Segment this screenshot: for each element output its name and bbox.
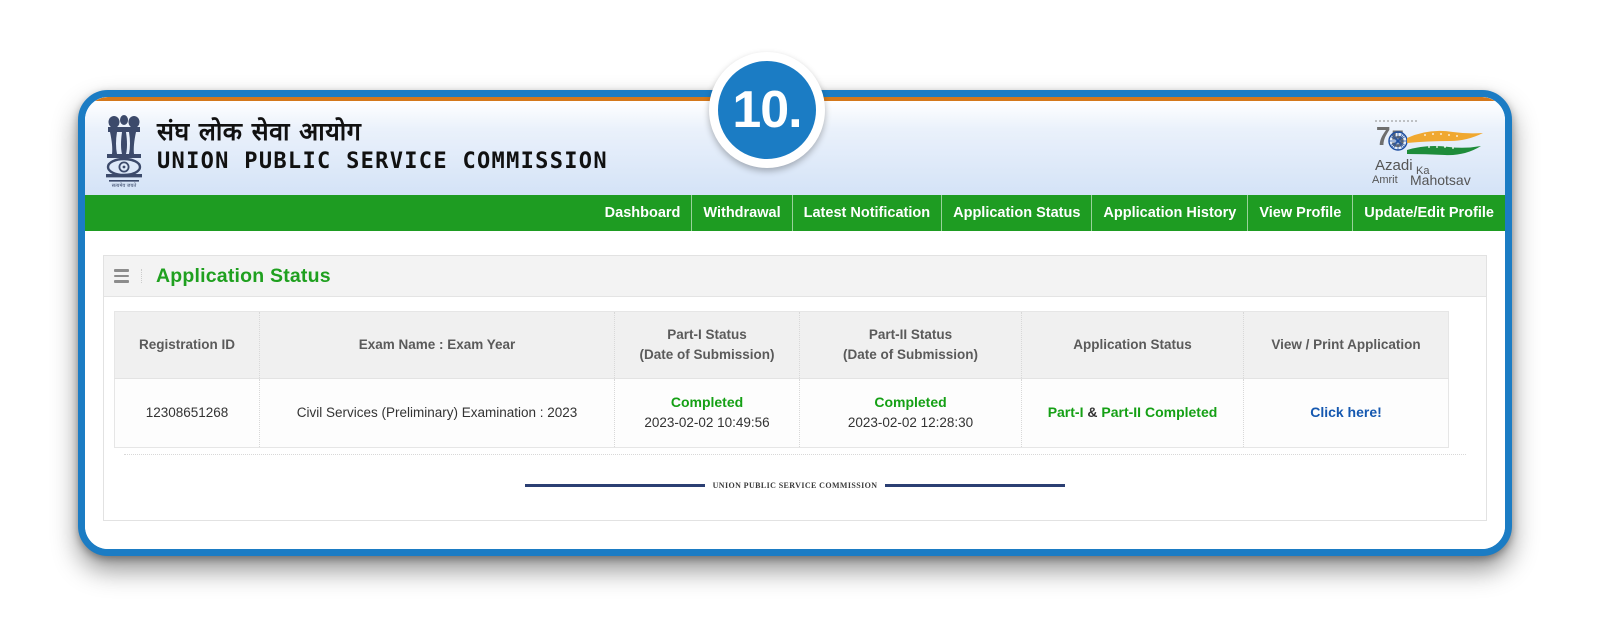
col-header-application-status: Application Status [1021, 311, 1244, 379]
header-title-block: संघ लोक सेवा आयोग UNION PUBLIC SERVICE C… [157, 109, 608, 175]
table-header-row: Registration ID Exam Name : Exam Year Pa… [114, 311, 1449, 379]
svg-text:सत्यमेव जयते: सत्यमेव जयते [112, 182, 137, 188]
panel-header: Application Status [104, 256, 1486, 297]
nav-item-application-history[interactable]: Application History [1091, 195, 1247, 231]
col-header-part1-status: Part-I Status (Date of Submission) [614, 311, 800, 379]
page-footer: UNION PUBLIC SERVICE COMMISSION [114, 481, 1476, 490]
svg-text:7: 7 [1376, 121, 1390, 151]
nav-item-view-profile[interactable]: View Profile [1247, 195, 1352, 231]
part2-status-badge: Completed [874, 394, 947, 411]
header-title-hindi: संघ लोक सेवा आयोग [157, 117, 362, 146]
step-number-badge: 10. [709, 52, 825, 168]
azadi-ka-amrit-mahotsav-logo: 7 5 [1367, 115, 1487, 189]
list-menu-icon [114, 269, 142, 283]
cell-application-status: Part-I & Part-II Completed [1021, 378, 1244, 448]
azadi-word: Azadi [1375, 157, 1413, 174]
header-branding: सत्यमेव जयते संघ लोक सेवा आयोग UNION PUB… [101, 109, 608, 189]
content-divider [124, 454, 1466, 455]
mahotsav-word: Mahotsav [1410, 172, 1471, 188]
col-header-registration-id: Registration ID [114, 311, 260, 379]
footer-text: UNION PUBLIC SERVICE COMMISSION [712, 481, 878, 490]
main-navigation: Dashboard Withdrawal Latest Notification… [85, 195, 1505, 231]
view-print-application-link[interactable]: Click here! [1310, 404, 1382, 420]
part1-status-badge: Completed [670, 394, 744, 411]
application-status-panel: Application Status Registration ID Exam … [103, 255, 1487, 521]
nav-item-update-edit-profile[interactable]: Update/Edit Profile [1352, 195, 1505, 231]
part2-submission-date: 2023-02-02 12:28:30 [847, 415, 974, 431]
screenshot-stage: सत्यमेव जयते संघ लोक सेवा आयोग UNION PUB… [0, 0, 1614, 636]
nav-item-dashboard[interactable]: Dashboard [594, 195, 692, 231]
state-emblem-icon: सत्यमेव जयते [101, 110, 147, 189]
application-status-table: Registration ID Exam Name : Exam Year Pa… [114, 311, 1449, 448]
nav-item-application-status[interactable]: Application Status [941, 195, 1091, 231]
application-status-badge: Part-I & Part-II Completed [1047, 404, 1218, 421]
col-header-exam-name-year: Exam Name : Exam Year [259, 311, 615, 379]
panel-body: Registration ID Exam Name : Exam Year Pa… [104, 297, 1486, 520]
cell-part2-status: Completed 2023-02-02 12:28:30 [799, 378, 1022, 448]
amrit-word: Amrit [1372, 174, 1398, 186]
col-header-view-print: View / Print Application [1243, 311, 1449, 379]
nav-item-latest-notification[interactable]: Latest Notification [791, 195, 941, 231]
table-row: 12308651268 Civil Services (Preliminary)… [114, 378, 1449, 448]
col-header-part2-status: Part-II Status (Date of Submission) [799, 311, 1022, 379]
cell-view-print: Click here! [1243, 378, 1449, 448]
part1-submission-date: 2023-02-02 10:49:56 [644, 415, 770, 431]
cell-part1-status: Completed 2023-02-02 10:49:56 [614, 378, 800, 448]
browser-viewport: सत्यमेव जयते संघ लोक सेवा आयोग UNION PUB… [85, 97, 1505, 549]
page-content: Application Status Registration ID Exam … [85, 231, 1505, 549]
cell-registration-id: 12308651268 [114, 378, 260, 448]
footer-rule-right [885, 484, 1066, 487]
nav-item-withdrawal[interactable]: Withdrawal [691, 195, 791, 231]
cell-exam-name-year: Civil Services (Preliminary) Examination… [259, 378, 615, 448]
footer-rule-left [524, 484, 705, 487]
header-title-english: UNION PUBLIC SERVICE COMMISSION [157, 149, 608, 174]
page-title: Application Status [156, 264, 331, 287]
